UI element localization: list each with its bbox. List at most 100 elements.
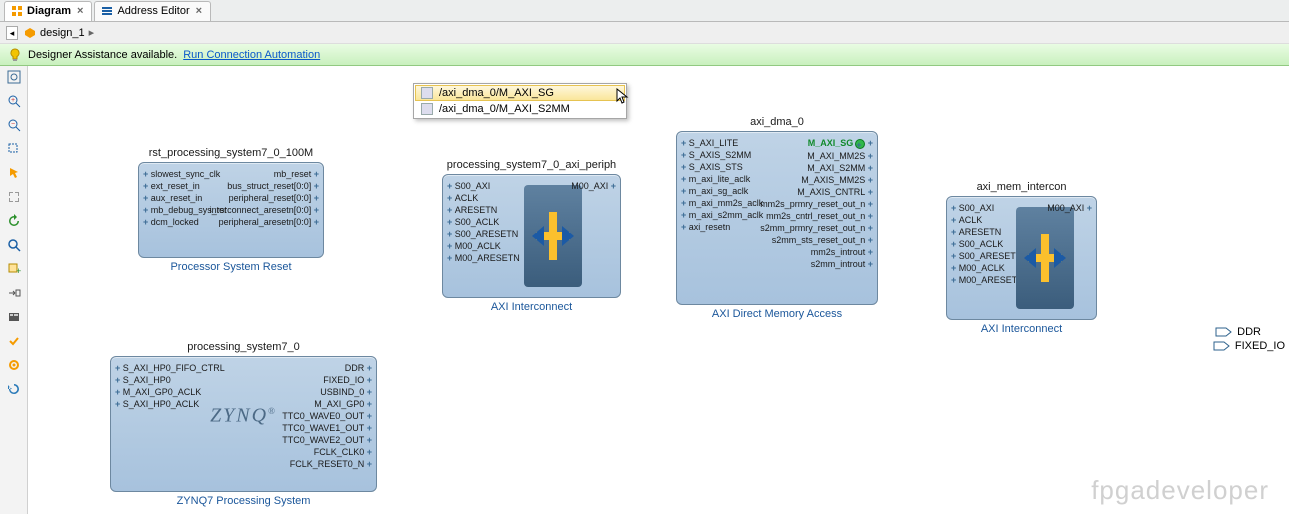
breadcrumb-root[interactable]: design_1	[40, 27, 85, 39]
port[interactable]: interconnect_aresetn[0:0]	[210, 205, 319, 215]
left-toolbar: + − +	[0, 66, 28, 514]
port[interactable]: M00_AXI	[571, 181, 616, 191]
regenerate-layout-icon[interactable]	[5, 212, 23, 230]
assistance-text: Designer Assistance available.	[28, 49, 177, 61]
port[interactable]: M00_ACLK	[951, 263, 1005, 273]
auto-fit-icon[interactable]	[5, 188, 23, 206]
port[interactable]: aux_reset_in	[143, 193, 202, 203]
make-external-icon[interactable]	[5, 284, 23, 302]
port[interactable]: s2mm_prmry_reset_out_n	[760, 223, 873, 233]
instance-name: rst_processing_system7_0_100M	[139, 147, 323, 159]
port[interactable]: TTC0_WAVE1_OUT	[282, 423, 372, 433]
ip-catalog-icon[interactable]	[5, 308, 23, 326]
design-icon	[24, 27, 36, 39]
port[interactable]: S00_AXI	[951, 203, 994, 213]
port[interactable]: S_AXI_HP0_ACLK	[115, 399, 199, 409]
block-ps7[interactable]: processing_system7_0 S_AXI_HP0_FIFO_CTRL…	[110, 356, 377, 492]
port[interactable]: M_AXI_GP0_ACLK	[115, 387, 201, 397]
port[interactable]: M00_ARESETN	[447, 253, 520, 263]
menu-item-label: /axi_dma_0/M_AXI_SG	[439, 87, 554, 99]
port[interactable]: dcm_locked	[143, 217, 199, 227]
address-editor-icon	[101, 5, 113, 17]
block-rst-ps7-100m[interactable]: rst_processing_system7_0_100M slowest_sy…	[138, 162, 324, 258]
ip-type: AXI Interconnect	[443, 301, 620, 313]
settings-icon[interactable]	[5, 356, 23, 374]
port[interactable]: M_AXI_MM2S	[807, 151, 873, 161]
tab-address-editor[interactable]: Address Editor ×	[94, 1, 211, 21]
port[interactable]: bus_struct_reset[0:0]	[227, 181, 319, 191]
port-label: DDR	[1237, 326, 1261, 338]
collapse-left-icon[interactable]: ◂	[6, 26, 18, 40]
port[interactable]: ARESETN	[447, 205, 497, 215]
port[interactable]: DDR	[345, 363, 372, 373]
external-port-fixed-io[interactable]: FIXED_IO	[1213, 339, 1285, 353]
port[interactable]: m_axi_sg_aclk	[681, 186, 748, 196]
port-m-axi-sg[interactable]: M_AXI_SG	[808, 138, 873, 149]
port[interactable]: S00_ARESETN	[447, 229, 518, 239]
run-connection-automation-link[interactable]: Run Connection Automation	[183, 49, 320, 61]
output-ports: M00_AXI	[1047, 203, 1092, 313]
menu-item-m-axi-s2mm[interactable]: /axi_dma_0/M_AXI_S2MM	[415, 101, 625, 117]
port[interactable]: ext_reset_in	[143, 181, 200, 191]
port[interactable]: TTC0_WAVE0_OUT	[282, 411, 372, 421]
port[interactable]: FIXED_IO	[323, 375, 372, 385]
port[interactable]: peripheral_reset[0:0]	[229, 193, 319, 203]
port[interactable]: M_AXIS_CNTRL	[797, 187, 873, 197]
port[interactable]: S_AXI_HP0	[115, 375, 171, 385]
port[interactable]: FCLK_CLK0	[314, 447, 372, 457]
add-ip-icon[interactable]: +	[5, 260, 23, 278]
close-icon[interactable]: ×	[194, 5, 204, 17]
port[interactable]: ARESETN	[951, 227, 1001, 237]
port[interactable]: M00_ARESETN	[951, 275, 1024, 285]
port[interactable]: m_axi_s2mm_aclk	[681, 210, 763, 220]
output-ports: DDR FIXED_IO USBIND_0 M_AXI_GP0 TTC0_WAVE0_O…	[282, 363, 372, 485]
close-icon[interactable]: ×	[75, 5, 85, 17]
select-icon[interactable]	[5, 164, 23, 182]
port[interactable]: m_axi_lite_aclk	[681, 174, 750, 184]
search-icon[interactable]	[5, 236, 23, 254]
port[interactable]: S_AXIS_S2MM	[681, 150, 751, 160]
refresh-icon[interactable]	[5, 380, 23, 398]
port[interactable]: s2mm_sts_reset_out_n	[772, 235, 873, 245]
port[interactable]: M00_AXI	[1047, 203, 1092, 213]
port[interactable]: M_AXIS_MM2S	[801, 175, 873, 185]
zoom-fit-icon[interactable]	[5, 68, 23, 86]
port[interactable]: S00_ARESETN	[951, 251, 1022, 261]
port[interactable]: axi_resetn	[681, 222, 730, 232]
port[interactable]: mm2s_introut	[811, 247, 873, 257]
port[interactable]: S_AXIS_STS	[681, 162, 743, 172]
port[interactable]: S00_ACLK	[951, 239, 1003, 249]
port[interactable]: S00_AXI	[447, 181, 490, 191]
output-ports: M00_AXI	[571, 181, 616, 291]
port[interactable]: peripheral_aresetn[0:0]	[219, 217, 319, 227]
block-axi-dma-0[interactable]: axi_dma_0 S_AXI_LITES_AXIS_S2MMS_AXIS_ST…	[676, 131, 878, 305]
port[interactable]: S_AXI_LITE	[681, 138, 738, 148]
port[interactable]: mm2s_prmry_reset_out_n	[760, 199, 873, 209]
block-axi-mem-intercon[interactable]: axi_mem_intercon S00_AXIACLKARESETNS00_A…	[946, 196, 1097, 320]
port[interactable]: mm2s_cntrl_reset_out_n	[766, 211, 873, 221]
port[interactable]: M_AXI_GP0	[314, 399, 372, 409]
port[interactable]: ACLK	[951, 215, 982, 225]
menu-item-m-axi-sg[interactable]: /axi_dma_0/M_AXI_SG	[415, 85, 625, 101]
block-design-canvas[interactable]: /axi_dma_0/M_AXI_SG /axi_dma_0/M_AXI_S2M…	[28, 66, 1289, 514]
port[interactable]: s2mm_introut	[811, 259, 873, 269]
block-axi-periph[interactable]: processing_system7_0_axi_periph S00_AXIA…	[442, 174, 621, 298]
port[interactable]: m_axi_mm2s_aclk	[681, 198, 763, 208]
tab-diagram[interactable]: Diagram ×	[4, 1, 92, 21]
port[interactable]: USBIND_0	[320, 387, 372, 397]
zoom-out-icon[interactable]: −	[5, 116, 23, 134]
port[interactable]: mb_reset	[274, 169, 319, 179]
zoom-in-icon[interactable]: +	[5, 92, 23, 110]
ip-type: Processor System Reset	[139, 261, 323, 273]
ip-type: AXI Interconnect	[947, 323, 1096, 335]
port[interactable]: TTC0_WAVE2_OUT	[282, 435, 372, 445]
port[interactable]: M_AXI_S2MM	[807, 163, 873, 173]
port[interactable]: FCLK_RESET0_N	[290, 459, 372, 469]
port[interactable]: S_AXI_HP0_FIFO_CTRL	[115, 363, 225, 373]
port[interactable]: S00_ACLK	[447, 217, 499, 227]
port[interactable]: ACLK	[447, 193, 478, 203]
validate-design-icon[interactable]	[5, 332, 23, 350]
zoom-area-icon[interactable]	[5, 140, 23, 158]
port[interactable]: M00_ACLK	[447, 241, 501, 251]
external-port-ddr[interactable]: DDR	[1215, 325, 1261, 339]
